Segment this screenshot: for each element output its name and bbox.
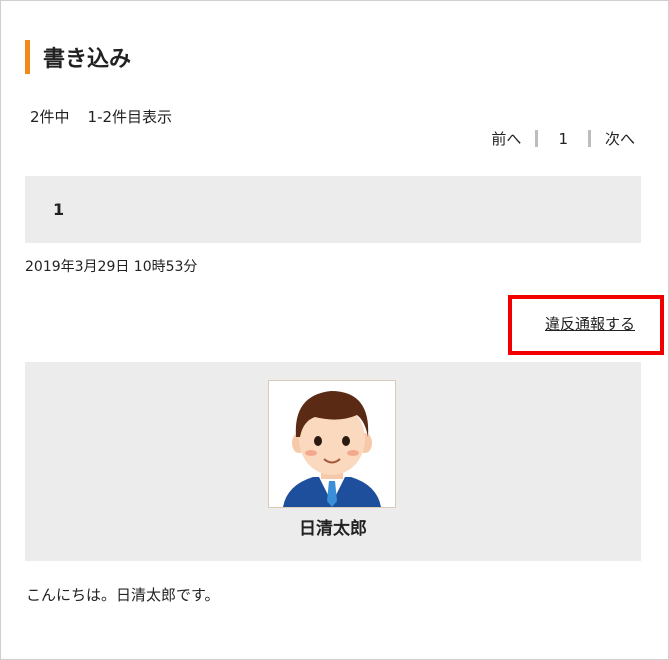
next-page-link[interactable]: 次へ (605, 128, 635, 149)
author-avatar[interactable] (268, 380, 396, 508)
prev-page-link[interactable]: 前へ (491, 128, 521, 149)
result-count: 2件中 1-2件目表示 (30, 106, 172, 127)
post-number: 1 (53, 200, 65, 219)
report-violation-link[interactable]: 違反通報する (545, 313, 635, 334)
page-number-link[interactable]: 1 (552, 130, 574, 148)
section-title: 書き込み (25, 40, 131, 74)
post-message: こんにちは。日清太郎です。 (26, 586, 220, 604)
post-date: 2019年3月29日 10時53分 (25, 259, 198, 275)
post-header: 1 (25, 176, 641, 243)
pagination-divider (535, 130, 539, 147)
total-count: 2件中 (30, 108, 70, 126)
pagination-divider (587, 130, 591, 147)
author-name: 日清太郎 (299, 519, 367, 539)
pagination: 前へ 1 次へ (491, 128, 635, 149)
author-profile: 日清太郎 (25, 362, 641, 561)
display-range: 1-2件目表示 (87, 108, 173, 126)
